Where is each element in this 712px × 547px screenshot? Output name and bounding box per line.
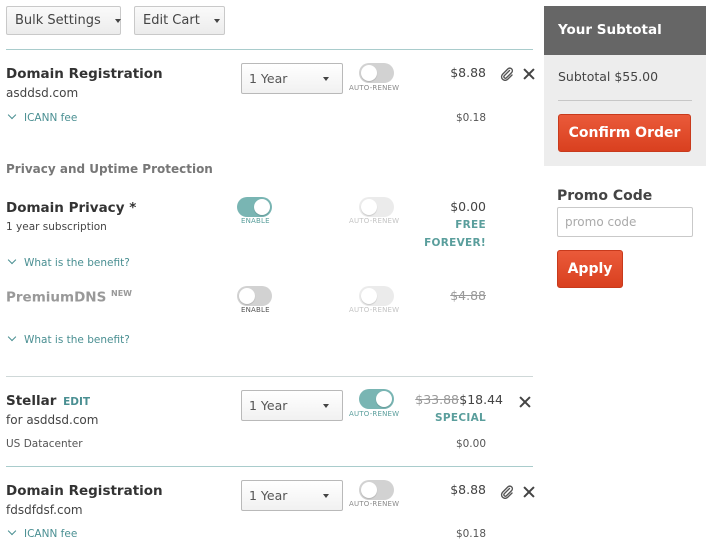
free-label: FREE xyxy=(455,219,486,231)
confirm-order-button[interactable]: Confirm Order xyxy=(558,114,691,152)
stellar-name: Stellar xyxy=(6,393,57,409)
item-title: Domain Registration xyxy=(6,66,163,82)
chevron-down-icon xyxy=(7,255,17,265)
term-select[interactable]: 1 Year xyxy=(241,390,343,421)
datacenter-price: $0.00 xyxy=(455,438,486,450)
paperclip-icon[interactable] xyxy=(500,485,514,499)
privacy-benefit-link[interactable]: What is the benefit? xyxy=(7,255,130,269)
auto-renew-toggle[interactable] xyxy=(359,389,394,409)
term-select-value: 1 Year xyxy=(249,71,288,86)
edit-cart-label: Edit Cart xyxy=(143,13,200,28)
toggle-knob xyxy=(239,288,255,304)
apply-button[interactable]: Apply xyxy=(557,250,623,288)
promo-code-label: Promo Code xyxy=(557,188,653,204)
edit-cart-button[interactable]: Edit Cart xyxy=(134,6,225,35)
stellar-title: Stellar EDIT xyxy=(6,393,90,409)
edit-link[interactable]: EDIT xyxy=(63,396,90,408)
item-domain: fdsdfdsf.com xyxy=(6,503,83,517)
icann-fee-label: ICANN fee xyxy=(24,528,78,540)
divider xyxy=(558,100,692,101)
auto-renew-label: AUTO-RENEW xyxy=(349,306,400,314)
premiumdns-price: $4.88 xyxy=(450,288,486,303)
privacy-enable-toggle[interactable] xyxy=(237,197,272,217)
premiumdns-benefit-link[interactable]: What is the benefit? xyxy=(7,332,130,346)
term-select-value: 1 Year xyxy=(249,488,288,503)
auto-renew-label: AUTO-RENEW xyxy=(349,217,400,225)
promo-code-input[interactable] xyxy=(557,207,693,237)
divider xyxy=(6,49,533,50)
toggle-knob xyxy=(376,391,392,407)
divider xyxy=(6,466,533,467)
paperclip-icon[interactable] xyxy=(500,67,514,81)
chevron-down-icon xyxy=(7,110,17,120)
item-domain: asddsd.com xyxy=(6,86,79,100)
caret-down-icon xyxy=(323,404,329,408)
toggle-knob xyxy=(254,199,270,215)
auto-renew-label: AUTO-RENEW xyxy=(349,84,400,92)
domain-privacy-title: Domain Privacy * xyxy=(6,200,137,216)
datacenter-label: US Datacenter xyxy=(6,438,83,450)
icann-fee-toggle[interactable]: ICANN fee xyxy=(7,110,78,124)
new-badge: NEW xyxy=(111,289,132,298)
item-price: $8.88 xyxy=(450,65,486,80)
toggle-knob xyxy=(361,199,377,215)
privacy-price: $0.00 xyxy=(450,199,486,214)
stellar-subtitle: for asddsd.com xyxy=(6,413,99,427)
privacy-auto-renew-toggle[interactable] xyxy=(359,197,394,217)
premiumdns-enable-toggle[interactable] xyxy=(237,286,272,306)
auto-renew-label: AUTO-RENEW xyxy=(349,500,400,508)
forever-label: FOREVER! xyxy=(424,237,486,249)
chevron-down-icon xyxy=(7,332,17,342)
special-label: SPECIAL xyxy=(435,412,486,424)
benefit-link-label: What is the benefit? xyxy=(24,257,130,269)
remove-icon[interactable] xyxy=(523,68,535,80)
toggle-knob xyxy=(361,482,377,498)
term-select[interactable]: 1 Year xyxy=(241,63,343,94)
benefit-link-label: What is the benefit? xyxy=(24,334,130,346)
bulk-settings-label: Bulk Settings xyxy=(15,13,101,28)
domain-privacy-subtitle: 1 year subscription xyxy=(6,221,107,233)
enable-label: ENABLE xyxy=(241,306,270,314)
premiumdns-title: PremiumDNS NEW xyxy=(6,289,132,306)
icann-fee-price: $0.18 xyxy=(455,112,486,124)
item-price: $18.44 xyxy=(459,392,503,407)
section-heading: Privacy and Uptime Protection xyxy=(6,162,213,176)
caret-down-icon xyxy=(323,494,329,498)
bulk-settings-button[interactable]: Bulk Settings xyxy=(6,6,121,35)
remove-icon[interactable] xyxy=(519,396,531,408)
auto-renew-toggle[interactable] xyxy=(359,63,394,83)
icann-fee-label: ICANN fee xyxy=(24,112,78,124)
auto-renew-label: AUTO-RENEW xyxy=(349,410,400,418)
premiumdns-auto-renew-toggle[interactable] xyxy=(359,286,394,306)
premiumdns-name: PremiumDNS xyxy=(6,289,107,306)
caret-down-icon xyxy=(114,18,121,23)
enable-label: ENABLE xyxy=(241,217,270,225)
item-price: $8.88 xyxy=(450,482,486,497)
icann-fee-toggle[interactable]: ICANN fee xyxy=(7,526,78,540)
toggle-knob xyxy=(361,288,377,304)
subtotal-heading: Your Subtotal xyxy=(544,6,706,55)
icann-fee-price: $0.18 xyxy=(455,528,486,540)
caret-down-icon xyxy=(213,18,220,23)
toggle-knob xyxy=(361,65,377,81)
term-select[interactable]: 1 Year xyxy=(241,480,343,511)
term-select-value: 1 Year xyxy=(249,398,288,413)
remove-icon[interactable] xyxy=(523,486,535,498)
divider xyxy=(6,376,533,377)
subtotal-amount: Subtotal $55.00 xyxy=(558,69,659,84)
chevron-down-icon xyxy=(7,526,17,536)
caret-down-icon xyxy=(323,77,329,81)
auto-renew-toggle[interactable] xyxy=(359,480,394,500)
old-price: $33.88 xyxy=(415,392,459,407)
item-title: Domain Registration xyxy=(6,483,163,499)
